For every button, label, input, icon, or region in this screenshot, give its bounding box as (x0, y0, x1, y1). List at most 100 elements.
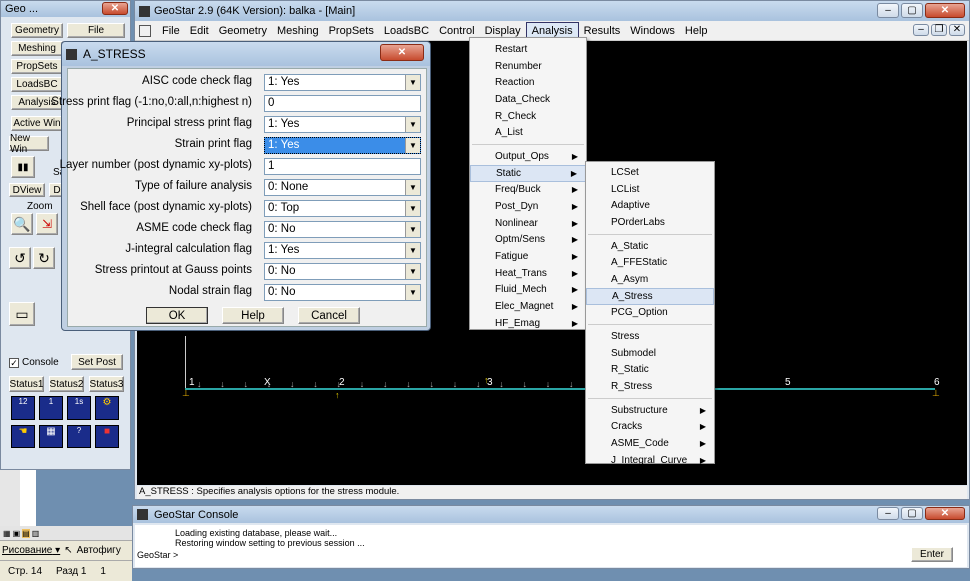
menu-meshing[interactable]: Meshing (272, 22, 324, 40)
maximize-icon[interactable]: ▢ (901, 507, 923, 520)
status2-tab[interactable]: Status2 (49, 376, 84, 392)
propsets-button[interactable]: PropSets (11, 59, 63, 74)
status3-tab[interactable]: Status3 (89, 376, 124, 392)
main-titlebar[interactable]: GeoStar 2.9 (64K Version): balka - [Main… (135, 1, 969, 21)
hand-icon[interactable]: ☚ (11, 424, 35, 448)
aisc-code-check-select[interactable]: 1: Yes ▼ (264, 74, 421, 91)
menu-item-a-stress[interactable]: A_Stress (586, 287, 714, 305)
child-minimize-icon[interactable]: – (913, 24, 929, 36)
menu-item-freq-buck[interactable]: Freq/Buck ▶ (470, 182, 586, 199)
pc-icon[interactable]: 12 (11, 396, 35, 420)
view-tool-button[interactable]: ▮▮ (11, 156, 35, 178)
menu-item-lclist[interactable]: LCList (586, 181, 714, 198)
menu-item-reaction[interactable]: Reaction (470, 74, 586, 91)
rotate-right-icon[interactable]: ↻ (33, 247, 55, 269)
zoom-icon[interactable]: 🔍 (11, 213, 33, 235)
close-icon[interactable]: ✕ (925, 507, 965, 520)
help-button[interactable]: Help (222, 307, 284, 324)
menu-item-a-list[interactable]: A_List (470, 124, 586, 141)
enter-button[interactable]: Enter (911, 547, 953, 562)
menu-file[interactable]: File (157, 22, 185, 40)
drawing-menu[interactable]: Рисование ▾ (2, 545, 60, 556)
stress-print-input[interactable]: 0 (264, 95, 421, 112)
dropdown-arrow-icon[interactable]: ▼ (405, 117, 420, 132)
menu-item-nonlinear[interactable]: Nonlinear ▶ (470, 215, 586, 232)
dropdown-arrow-icon[interactable]: ▼ (405, 285, 420, 300)
asme-code-check-select[interactable]: 0: No ▼ (264, 221, 421, 238)
menu-item-static[interactable]: Static ▶ (470, 164, 586, 182)
menu-item-asme-code[interactable]: ASME_Code ▶ (586, 435, 714, 452)
menu-item-heat-trans[interactable]: Heat_Trans ▶ (470, 265, 586, 282)
menu-item-stress[interactable]: Stress (586, 328, 714, 345)
menu-item-r-stress[interactable]: R_Stress (586, 378, 714, 395)
new-win-button[interactable]: New Win (9, 133, 49, 155)
shell-face-select[interactable]: 0: Top ▼ (264, 200, 421, 217)
menu-item-fatigue[interactable]: Fatigue ▶ (470, 248, 586, 265)
set-post-button[interactable]: Set Post (71, 354, 123, 370)
menu-item-r-static[interactable]: R_Static (586, 362, 714, 379)
dropdown-arrow-icon[interactable]: ▼ (405, 138, 420, 153)
menu-item-renumber[interactable]: Renumber (470, 58, 586, 75)
menu-item-output-ops[interactable]: Output_Ops ▶ (470, 148, 586, 165)
view-normal-icon[interactable]: ▦ (3, 529, 11, 538)
dropdown-arrow-icon[interactable]: ▼ (405, 264, 420, 279)
dropdown-arrow-icon[interactable]: ▼ (405, 243, 420, 258)
close-icon[interactable]: ✕ (380, 44, 424, 61)
child-close-icon[interactable]: ✕ (949, 24, 965, 36)
j-integral-select[interactable]: 1: Yes ▼ (264, 242, 421, 259)
console-titlebar[interactable]: GeoStar Console – ▢ ✕ (133, 506, 969, 523)
menu-windows[interactable]: Windows (625, 22, 680, 40)
menu-item-hf-emag[interactable]: HF_Emag ▶ (470, 315, 586, 332)
grid-icon[interactable]: ▦ (39, 424, 63, 448)
active-win-button[interactable]: Active Win (11, 116, 63, 131)
menu-item-substructure[interactable]: Substructure ▶ (586, 402, 714, 419)
menu-loadsbc[interactable]: LoadsBC (379, 22, 434, 40)
status1-tab[interactable]: Status1 (9, 376, 44, 392)
tools-icon[interactable]: ⚙ (95, 396, 119, 420)
menu-item-cracks[interactable]: Cracks ▶ (586, 419, 714, 436)
view-outline-icon[interactable]: ▥ (32, 529, 40, 538)
geometry-button[interactable]: Geometry (11, 23, 63, 38)
dropdown-arrow-icon[interactable]: ▼ (405, 222, 420, 237)
menu-geometry[interactable]: Geometry (214, 22, 272, 40)
menu-item-fluid-mech[interactable]: Fluid_Mech ▶ (470, 282, 586, 299)
cancel-button[interactable]: Cancel (298, 307, 360, 324)
menu-item-a-static[interactable]: A_Static (586, 238, 714, 255)
pointer-icon[interactable]: ↖ (64, 545, 72, 556)
close-icon[interactable]: ✕ (925, 3, 965, 18)
rotate-left-icon[interactable]: ↺ (9, 247, 31, 269)
gauss-points-select[interactable]: 0: No ▼ (264, 263, 421, 280)
meshing-button[interactable]: Meshing (11, 41, 63, 56)
view-web-icon[interactable]: ▣ (13, 529, 21, 538)
console-input[interactable] (175, 548, 905, 562)
menu-item-a-ffestatic[interactable]: A_FFEStatic (586, 254, 714, 271)
menu-item-adaptive[interactable]: Adaptive (586, 197, 714, 214)
strain-print-select[interactable]: 1: Yes ▼ (264, 137, 421, 154)
red-tool-icon[interactable]: ■ (95, 424, 119, 448)
layer-number-input[interactable]: 1 (264, 158, 421, 175)
nodal-strain-select[interactable]: 0: No ▼ (264, 284, 421, 301)
frame-icon[interactable]: ▭ (9, 302, 35, 326)
menu-propsets[interactable]: PropSets (324, 22, 379, 40)
bc-icon[interactable]: 1 (39, 396, 63, 420)
menu-edit[interactable]: Edit (185, 22, 214, 40)
console-checkbox[interactable]: ✓ Console (9, 357, 59, 368)
failure-type-select[interactable]: 0: None ▼ (264, 179, 421, 196)
view-print-icon[interactable]: ▤ (22, 528, 30, 538)
menu-item-elec-magnet[interactable]: Elec_Magnet ▶ (470, 298, 586, 315)
menu-item-a-asym[interactable]: A_Asym (586, 271, 714, 288)
doc-icon[interactable] (139, 24, 151, 37)
autoshapes-menu[interactable]: Автофигу (77, 545, 121, 556)
zoom-select-icon[interactable]: ⇲ (36, 213, 58, 235)
menu-item-lcset[interactable]: LCSet (586, 164, 714, 181)
loadsbc-button[interactable]: LoadsBC (11, 77, 63, 92)
minimize-icon[interactable]: – (877, 3, 899, 18)
dropdown-arrow-icon[interactable]: ▼ (405, 180, 420, 195)
menu-item-submodel[interactable]: Submodel (586, 345, 714, 362)
minimize-icon[interactable]: – (877, 507, 899, 520)
menu-item-post-dyn[interactable]: Post_Dyn ▶ (470, 198, 586, 215)
dialog-titlebar[interactable]: A_STRESS ✕ (62, 42, 430, 66)
axis-icon[interactable]: 1s (67, 396, 91, 420)
menu-item-r-check[interactable]: R_Check (470, 108, 586, 125)
menu-help[interactable]: Help (680, 22, 713, 40)
